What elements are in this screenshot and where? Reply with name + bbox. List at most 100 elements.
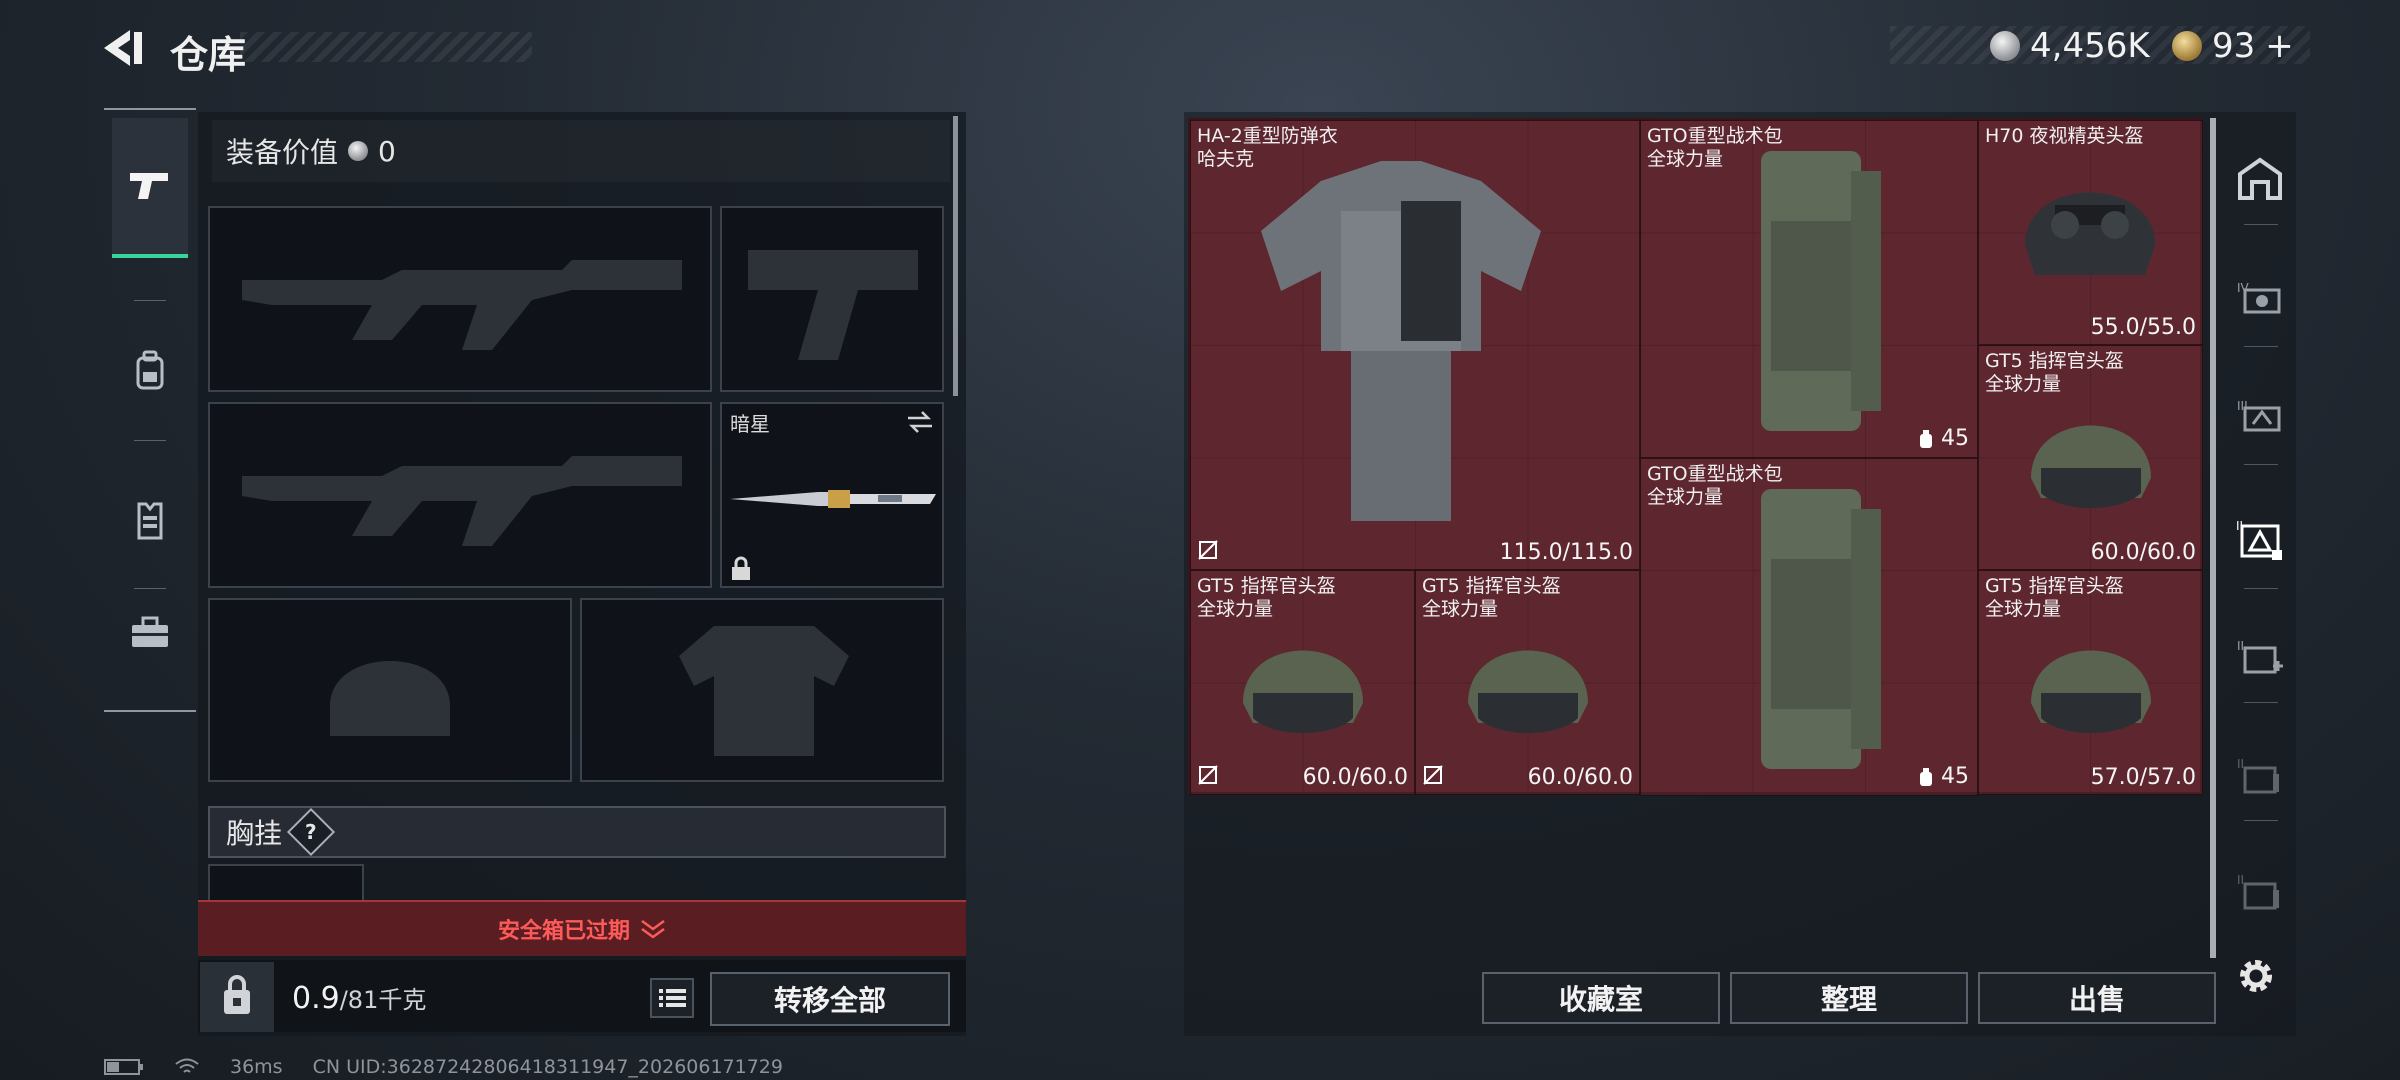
item-durability: 60.0/60.0 <box>1527 765 1633 790</box>
item-durability: 115.0/115.0 <box>1499 540 1633 565</box>
nav-backpack[interactable] <box>112 300 188 440</box>
tab-add-icon: II <box>2237 639 2283 674</box>
svg-text:IV: IV <box>2237 281 2250 295</box>
stash-home-icon <box>2238 157 2282 200</box>
silver-coin-icon <box>348 141 369 161</box>
melee-slot[interactable]: 暗星 <box>720 402 944 588</box>
gold-coin-icon <box>2172 31 2202 61</box>
loadout-scrollbar[interactable] <box>953 116 958 396</box>
battery-icon <box>104 1059 143 1075</box>
help-icon[interactable]: ? <box>286 807 336 857</box>
tab-iii-icon: III <box>2237 399 2281 432</box>
tab-ii-active-icon: II <box>2236 519 2282 560</box>
pistol-icon <box>130 173 168 199</box>
organize-button[interactable]: 整理 <box>1730 972 1968 1024</box>
melee-name: 暗星 <box>730 412 770 436</box>
weight-value: 0.9 <box>292 981 340 1016</box>
safe-box-status: 安全箱已过期 <box>497 919 630 944</box>
toolbox-icon <box>132 616 168 647</box>
safe-box-button[interactable] <box>200 962 274 1032</box>
chest-rig-slot[interactable] <box>208 864 364 904</box>
stash-grid: HA-2重型防弹衣 哈夫克 115.0/115.0 GTO重型战术包 全球力量 45… <box>1188 118 2203 796</box>
stash-tab-nav: IV III II II II II <box>2222 112 2296 922</box>
knife-icon <box>730 490 936 508</box>
armor-slot[interactable] <box>580 598 944 782</box>
lock-icon <box>732 556 750 580</box>
tab-divider <box>2244 702 2278 703</box>
backpack-image <box>1761 489 1881 769</box>
chevron-down-icon <box>641 919 665 939</box>
tab-divider <box>2244 820 2278 821</box>
backpack-mini-icon <box>1920 429 1932 448</box>
back-button[interactable] <box>100 28 148 68</box>
tab-divider <box>2244 224 2278 225</box>
tab-divider <box>2244 588 2278 589</box>
vest-icon <box>137 502 163 540</box>
tab-locked-1[interactable]: II <box>2232 748 2288 804</box>
nav-toolbox[interactable] <box>112 562 188 702</box>
tab-locked-2[interactable]: II <box>2232 864 2288 920</box>
stash-scrollbar[interactable] <box>2210 118 2216 958</box>
sidearm-slot[interactable] <box>720 206 944 392</box>
tab-iii[interactable]: III <box>2232 388 2288 444</box>
item-durability: 60.0/60.0 <box>2090 540 2196 565</box>
svg-text:II: II <box>2237 873 2244 887</box>
tab-locked-1-icon: II <box>2237 757 2279 794</box>
item-name: H70 夜视精英头盔 <box>1985 125 2144 147</box>
currency-gold[interactable]: 93 + <box>2172 26 2294 66</box>
equip-value-label: 装备价值 <box>226 136 339 169</box>
item-gto-backpack[interactable]: GTO重型战术包 全球力量 45 <box>1640 458 1978 796</box>
item-h70-helmet[interactable]: H70 夜视精英头盔 55.0/55.0 <box>1978 120 2203 345</box>
sell-button[interactable]: 出售 <box>1978 972 2216 1024</box>
chest-rig-header[interactable]: 胸挂 ? <box>208 806 946 858</box>
tab-iv-icon: IV <box>2237 281 2281 314</box>
settings-button[interactable] <box>2234 954 2278 998</box>
item-durability: 60.0/60.0 <box>1302 765 1408 790</box>
tab-divider <box>2244 346 2278 347</box>
wifi-icon <box>175 1058 199 1073</box>
no-drop-icon <box>1198 540 1218 560</box>
page-title: 仓库 <box>170 33 247 77</box>
safe-box-expired-banner[interactable]: 安全箱已过期 <box>198 900 966 956</box>
collection-room-button[interactable]: 收藏室 <box>1482 972 1720 1024</box>
status-bar: 36ms CN UID:3628724280641831194​7_202606… <box>104 1056 783 1078</box>
transfer-all-button[interactable]: 转移全部 <box>710 972 950 1026</box>
title-stripe <box>240 32 532 62</box>
helmet-slot[interactable] <box>208 598 572 782</box>
secondary-weapon-slot[interactable] <box>208 402 712 588</box>
helmet-image <box>1468 650 1588 733</box>
equip-value-amount: 0 <box>378 134 396 168</box>
no-drop-icon <box>1198 765 1218 785</box>
item-gt5-helmet[interactable]: GT5 指挥官头盔 全球力量 60.0/60.0 <box>1978 345 2203 570</box>
item-gt5-helmet[interactable]: GT5 指挥官头盔 全球力量 60.0/60.0 <box>1415 570 1640 795</box>
helmet-image <box>1243 650 1363 733</box>
currency-silver-value: 4,456K <box>2030 26 2150 66</box>
svg-text:II: II <box>2237 639 2244 653</box>
item-durability: 55.0/55.0 <box>2090 315 2196 340</box>
swap-arrows-icon[interactable] <box>906 410 934 434</box>
helmet-image <box>2031 425 2151 508</box>
backpack-icon <box>136 350 164 390</box>
uid-text: CN UID:3628724280641831194​7_20260617172… <box>312 1056 783 1078</box>
rifle-silhouette-icon <box>242 260 682 350</box>
item-gt5-helmet[interactable]: GT5 指挥官头盔 全球力量 57.0/57.0 <box>1978 570 2203 795</box>
list-view-button[interactable] <box>650 978 694 1018</box>
nav-divider <box>134 440 166 441</box>
tab-main[interactable] <box>2232 150 2288 206</box>
currency-gold-plus[interactable]: + <box>2265 26 2294 66</box>
tab-ii[interactable]: II <box>2232 512 2288 568</box>
primary-weapon-slot[interactable] <box>208 206 712 392</box>
item-capacity: 45 <box>1917 764 1969 789</box>
ping-value: 36ms <box>230 1056 283 1078</box>
tab-locked-2-icon: II <box>2237 873 2279 910</box>
armor-silhouette-icon <box>679 626 849 756</box>
item-gt5-helmet[interactable]: GT5 指挥官头盔 全球力量 60.0/60.0 <box>1190 570 1415 795</box>
tab-iv[interactable]: IV <box>2232 270 2288 326</box>
no-drop-icon <box>1423 765 1443 785</box>
item-ha2-armor[interactable]: HA-2重型防弹衣 哈夫克 115.0/115.0 <box>1190 120 1640 570</box>
helmet-silhouette-icon <box>330 661 450 736</box>
currency-silver[interactable]: 4,456K <box>1990 26 2150 66</box>
nav-weapons[interactable] <box>112 118 188 258</box>
tab-add[interactable]: II <box>2232 630 2288 686</box>
item-gto-backpack[interactable]: GTO重型战术包 全球力量 45 <box>1640 120 1978 458</box>
